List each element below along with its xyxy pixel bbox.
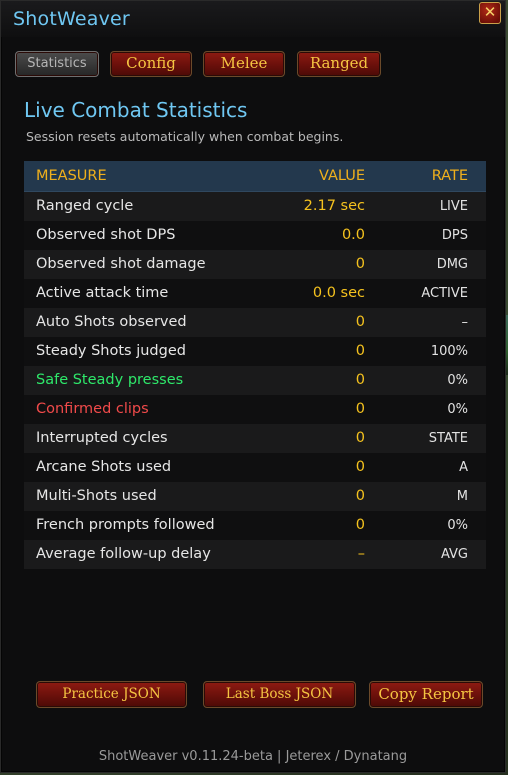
- table-row: Average follow-up delay – AVG: [24, 540, 486, 569]
- row-value: 0: [355, 372, 365, 388]
- last-boss-json-button[interactable]: Last Boss JSON: [203, 681, 356, 708]
- row-value: 0: [355, 459, 365, 475]
- row-rate: M: [456, 489, 468, 504]
- row-measure-label: Confirmed clips: [36, 401, 149, 417]
- row-measure-label: Ranged cycle: [36, 198, 134, 214]
- row-rate: A: [459, 460, 468, 475]
- row-measure-label: Observed shot DPS: [36, 227, 176, 243]
- tab-ranged[interactable]: Ranged: [297, 51, 381, 77]
- tab-melee[interactable]: Melee: [203, 51, 285, 77]
- stats-table: MEASURE VALUE RATE Ranged cycle 2.17 sec L…: [24, 161, 486, 569]
- row-rate: AVG: [440, 547, 468, 562]
- shotweaver-window: ShotWeaver ✕ Statistics Config Melee Ran…: [0, 0, 506, 773]
- row-rate: STATE: [428, 431, 468, 446]
- row-value: 0: [355, 401, 365, 417]
- table-row: Observed shot DPS 0.0 DPS: [24, 221, 486, 250]
- table-row: Safe Steady presses 0 0%: [24, 366, 486, 395]
- tab-config[interactable]: Config: [110, 51, 192, 77]
- row-measure-label: Arcane Shots used: [36, 459, 172, 475]
- table-row: French prompts followed 0 0%: [24, 511, 486, 540]
- row-value: 0: [355, 488, 365, 504]
- copy-report-button[interactable]: Copy Report: [369, 681, 483, 708]
- row-measure-label: Interrupted cycles: [36, 430, 168, 446]
- close-icon: ✕: [483, 3, 497, 21]
- row-measure-label: Steady Shots judged: [36, 343, 186, 359]
- table-row: Interrupted cycles 0 STATE: [24, 424, 486, 453]
- table-row: Observed shot damage 0 DMG: [24, 250, 486, 279]
- table-row: Ranged cycle 2.17 sec LIVE: [24, 192, 486, 221]
- row-measure-label: Average follow-up delay: [36, 546, 211, 562]
- row-value: 0.0 sec: [312, 285, 365, 301]
- section-title: Live Combat Statistics: [24, 98, 248, 122]
- row-value: 0: [355, 343, 365, 359]
- row-value: 0.0: [341, 227, 365, 243]
- column-header-measure: MEASURE: [36, 168, 107, 184]
- row-value: –: [357, 546, 365, 562]
- row-rate: 0%: [447, 518, 468, 533]
- version-footer: ShotWeaver v0.11.24-beta | Jeterex / Dyn…: [98, 749, 408, 764]
- table-row: Arcane Shots used 0 A: [24, 453, 486, 482]
- table-body: Ranged cycle 2.17 sec LIVE Observed shot DP…: [24, 192, 486, 569]
- row-rate: 100%: [430, 344, 468, 359]
- window-title: ShotWeaver: [13, 8, 130, 30]
- row-measure-label: Safe Steady presses: [36, 372, 184, 388]
- row-rate: DMG: [436, 257, 468, 272]
- table-row: Steady Shots judged 0 100%: [24, 337, 486, 366]
- row-value: 2.17 sec: [303, 198, 365, 214]
- title-bar[interactable]: ShotWeaver ✕: [1, 1, 505, 37]
- row-measure-label: Auto Shots observed: [36, 314, 187, 330]
- table-row: Auto Shots observed 0 –: [24, 308, 486, 337]
- row-measure-label: Active attack time: [36, 285, 169, 301]
- column-header-rate: RATE: [431, 168, 468, 184]
- practice-json-button[interactable]: Practice JSON: [36, 681, 187, 708]
- table-row: Active attack time 0.0 sec ACTIVE: [24, 279, 486, 308]
- section-subtitle: Session resets automatically when combat…: [26, 129, 344, 144]
- row-value: 0: [355, 517, 365, 533]
- row-rate: DPS: [441, 228, 468, 243]
- row-value: 0: [355, 430, 365, 446]
- row-rate: 0%: [447, 402, 468, 417]
- row-measure-label: French prompts followed: [36, 517, 215, 533]
- tab-statistics[interactable]: Statistics: [15, 51, 99, 77]
- row-value: 0: [355, 314, 365, 330]
- table-header: MEASURE VALUE RATE: [24, 161, 486, 192]
- row-rate: 0%: [447, 373, 468, 388]
- table-row: Confirmed clips 0 0%: [24, 395, 486, 424]
- table-row: Multi-Shots used 0 M: [24, 482, 486, 511]
- row-measure-label: Multi-Shots used: [36, 488, 157, 504]
- row-measure-label: Observed shot damage: [36, 256, 206, 272]
- row-value: 0: [355, 256, 365, 272]
- row-rate: LIVE: [439, 199, 468, 214]
- row-rate: ACTIVE: [421, 286, 468, 301]
- row-rate: –: [461, 315, 469, 330]
- column-header-value: VALUE: [318, 168, 365, 184]
- close-button[interactable]: ✕: [479, 2, 501, 24]
